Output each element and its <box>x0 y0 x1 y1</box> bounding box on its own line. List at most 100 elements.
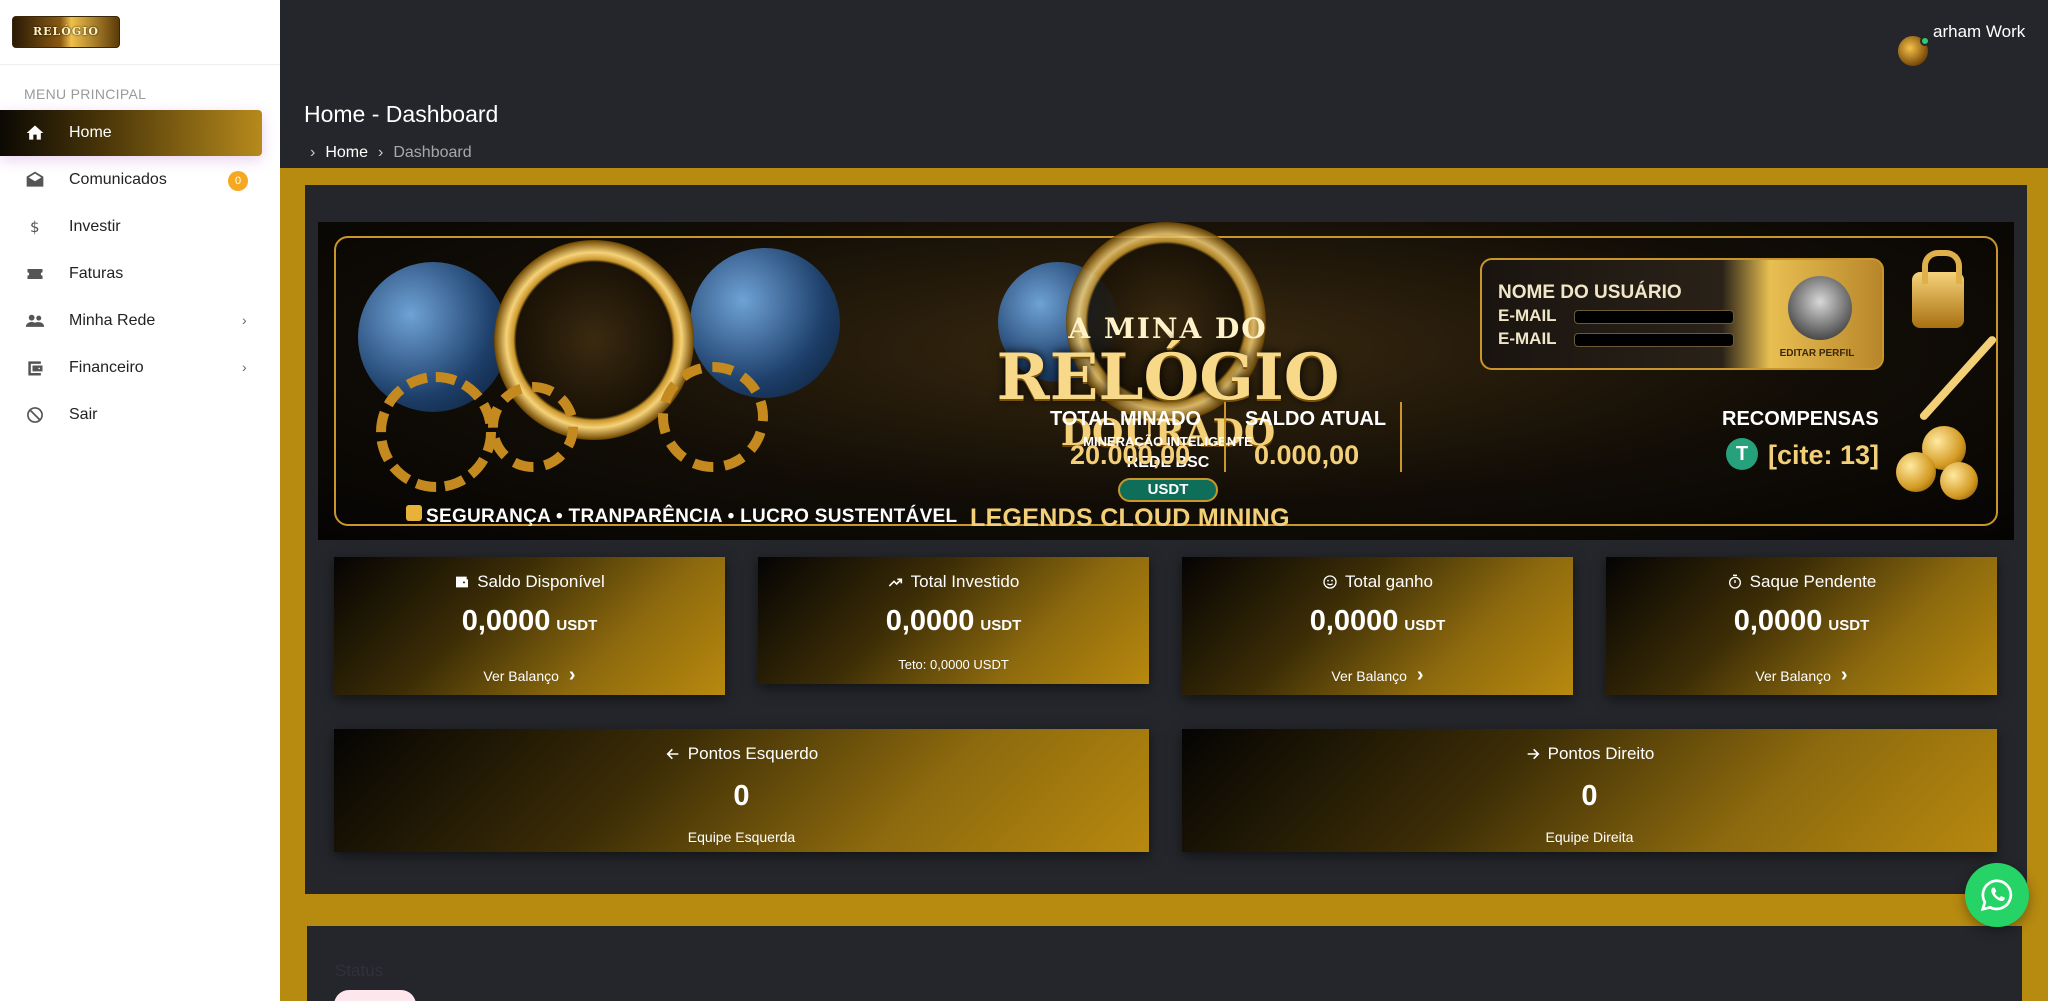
sidebar-item-label: Minha Rede <box>69 312 156 329</box>
app-root: RELÓGIO MENU PRINCIPAL Home Comunicados … <box>0 0 2048 1001</box>
lock-icon <box>1912 250 1964 328</box>
sidebar-item-sair[interactable]: Sair <box>0 392 262 438</box>
whatsapp-button[interactable] <box>1965 863 2029 927</box>
card-title: Pontos Esquerdo <box>334 744 1149 764</box>
breadcrumb-home-link[interactable]: Home <box>325 144 368 162</box>
envelope-icon <box>26 171 44 187</box>
chevron-right-icon: › <box>568 664 576 686</box>
pontos-esquerdo-card: Pontos Esquerdo 0 Equipe Esquerda <box>334 729 1149 852</box>
card-amount: 0,0000 <box>461 605 551 637</box>
chevron-right-icon: › <box>310 144 316 161</box>
people-icon <box>25 314 45 327</box>
profile-name-label: NOME DO USUÁRIO <box>1498 282 1682 303</box>
online-status-dot <box>1920 36 1930 46</box>
banner-stat-value: 20.000,00 <box>1070 440 1191 470</box>
card-title: Pontos Direito <box>1182 744 1997 764</box>
breadcrumb-current: Dashboard <box>393 144 472 161</box>
banner-stat-label: RECOMPENSAS <box>1722 408 1879 430</box>
banner-profile-card: NOME DO USUÁRIO E-MAIL E-MAIL EDITAR PER… <box>1480 258 1884 370</box>
brand-logo[interactable]: RELÓGIO <box>12 16 120 48</box>
card-amount: 0,0000 <box>885 605 975 637</box>
sidebar-item-label: Financeiro <box>69 359 144 376</box>
page-title: Home - Dashboard <box>304 101 499 127</box>
card-title: Saque Pendente <box>1606 572 1997 592</box>
chevron-right-icon: › <box>1416 664 1424 686</box>
card-unit: USDT <box>556 617 598 634</box>
sidebar-divider <box>0 64 280 65</box>
sidebar: RELÓGIO MENU PRINCIPAL Home Comunicados … <box>0 0 280 1001</box>
wallet-icon <box>456 576 469 588</box>
banner-stat-value: [cite: 13] <box>1768 440 1880 470</box>
sidebar-item-label: Investir <box>69 218 121 235</box>
sidebar-item-faturas[interactable]: Faturas <box>0 251 262 297</box>
link-label: Ver Balanço <box>483 667 559 684</box>
pontos-direito-card: Pontos Direito 0 Equipe Direita <box>1182 729 1997 852</box>
ver-balanco-link[interactable]: Ver Balanço › <box>1606 664 1997 687</box>
card-amount: 0,0000 <box>1733 605 1823 637</box>
menu-section-title: MENU PRINCIPAL <box>24 86 147 102</box>
block-icon <box>27 407 43 423</box>
banner-stat-label: TOTAL MINADO <box>1050 408 1202 430</box>
gear-image <box>376 372 496 492</box>
total-investido-card: Total Investido 0,0000 USDT Teto: 0,0000 … <box>758 557 1149 684</box>
total-ganho-card: Total ganho 0,0000 USDT Ver Balanço › <box>1182 557 1573 695</box>
ver-balanco-link[interactable]: Ver Balanço › <box>334 664 725 687</box>
profile-edit-label: EDITAR PERFIL <box>1779 348 1855 359</box>
card-unit: USDT <box>1828 617 1870 634</box>
sidebar-item-financeiro[interactable]: Financeiro › <box>0 345 262 391</box>
profile-email-label: E-MAIL <box>1498 306 1557 325</box>
status-card <box>307 926 2022 1001</box>
sidebar-item-label: Faturas <box>69 265 124 282</box>
stopwatch-icon <box>1728 574 1741 589</box>
card-title-text: Pontos Esquerdo <box>687 744 819 763</box>
card-amount: 0,0000 <box>1309 605 1399 637</box>
saque-pendente-card: Saque Pendente 0,0000 USDT Ver Balanço › <box>1606 557 1997 695</box>
banner-stat-label: SALDO ATUAL <box>1245 408 1387 430</box>
svg-text:$: $ <box>30 218 40 236</box>
gear-image <box>488 382 578 472</box>
chevron-right-icon: › <box>378 144 384 161</box>
card-title-text: Total ganho <box>1345 572 1433 591</box>
status-badge <box>334 990 416 1001</box>
saldo-disponivel-card: Saldo Disponível 0,0000 USDT Ver Balanço › <box>334 557 725 695</box>
profile-email-bar <box>1574 310 1734 324</box>
sidebar-item-investir[interactable]: $ Investir <box>0 204 262 250</box>
sidebar-item-label: Home <box>69 124 112 141</box>
gear-image <box>658 362 768 472</box>
card-ceiling-note: Teto: 0,0000 USDT <box>898 657 1009 672</box>
card-value: 0,0000 USDT <box>1606 605 1997 638</box>
card-title: Saldo Disponível <box>334 572 725 592</box>
card-value: 0,0000 USDT <box>758 605 1149 638</box>
logo-text: RELÓGIO <box>33 25 99 38</box>
top-header <box>280 0 2048 168</box>
profile-email-bar <box>1574 333 1734 347</box>
banner-slogan: SEGURANÇA • TRANPARÊNCIA • LUCRO SUSTENT… <box>426 506 958 527</box>
card-unit: USDT <box>1404 617 1446 634</box>
card-title-text: Saldo Disponível <box>477 572 605 591</box>
banner-footer-text: LEGENDS CLOUD MINING <box>970 504 1290 532</box>
banner-stat-value: 0.000,00 <box>1254 440 1360 470</box>
breadcrumb: › Home › Dashboard <box>310 144 472 162</box>
hero-banner: A MINA DO RELÓGIO DOURADO MINERAÇÃO INTE… <box>318 222 2014 540</box>
stat-separator <box>1224 402 1226 472</box>
chevron-right-icon: › <box>242 312 247 328</box>
brand-main-text: RELÓGIO <box>996 340 1340 415</box>
ver-balanco-link[interactable]: Ver Balanço › <box>1182 664 1573 687</box>
card-title-text: Saque Pendente <box>1749 572 1877 591</box>
chevron-right-icon: › <box>242 359 247 375</box>
stat-separator <box>1400 402 1402 472</box>
points-value: 0 <box>733 780 750 812</box>
card-value: 0,0000 USDT <box>1182 605 1573 638</box>
user-name[interactable]: arham Work <box>1933 22 2025 42</box>
sidebar-item-minha-rede[interactable]: Minha Rede › <box>0 298 262 344</box>
lock-icon <box>406 505 422 521</box>
team-label: Equipe Direita <box>1545 829 1634 845</box>
coin-image <box>1896 452 1936 492</box>
status-label: Status <box>335 961 384 980</box>
sidebar-item-comunicados[interactable]: Comunicados 0 <box>0 157 262 203</box>
arrow-right-icon <box>1527 748 1540 760</box>
sidebar-item-home[interactable]: Home <box>0 110 262 156</box>
link-label: Ver Balanço <box>1755 667 1831 684</box>
whatsapp-icon <box>1980 879 2013 912</box>
ticket-icon <box>27 269 43 279</box>
